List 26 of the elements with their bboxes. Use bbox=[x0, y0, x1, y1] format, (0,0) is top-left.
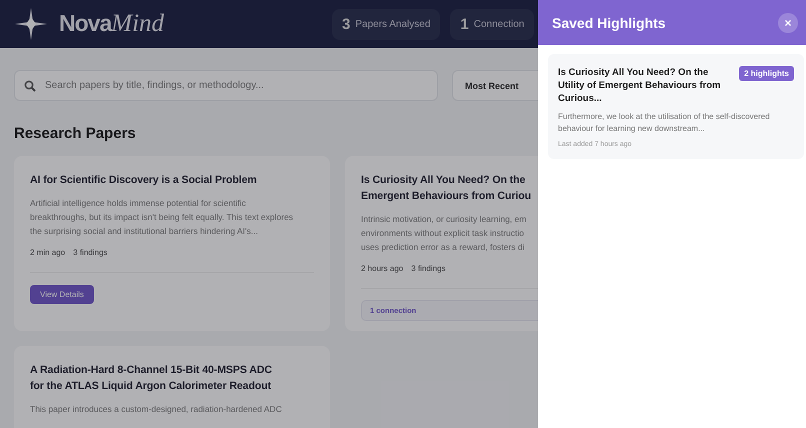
search-field[interactable]: Search papers by title, findings, or methodology... bbox=[14, 70, 438, 101]
paper-title: AI for Scientific Discovery is a Social Problem bbox=[30, 173, 258, 188]
stat-label: Papers Analysed bbox=[355, 18, 430, 30]
paper-title: Is Curiosity All You Need? On the Emergent Behaviours from Curiou bbox=[361, 173, 532, 204]
findings-count: 3 findings bbox=[411, 264, 446, 273]
findings-count: 3 findings bbox=[73, 248, 108, 257]
stat-value: 1 bbox=[460, 16, 469, 32]
paper-title: A Radiation-Hard 8-Channel 15-Bit 40-MSPS ADC for the ATLAS Liquid Argon Calorimeter Readout bbox=[30, 363, 273, 394]
paper-summary: Intrinsic motivation, or curiosity learning, em environments without explicit task instructio uses prediction error as a reward, fosters di bbox=[361, 213, 528, 254]
highlight-count: 2 highlights bbox=[739, 66, 794, 81]
paper-time: 2 min ago bbox=[30, 248, 66, 257]
view-details-button[interactable]: View Details bbox=[30, 285, 94, 304]
star-icon bbox=[15, 8, 47, 40]
stat-label: Connection bbox=[474, 18, 524, 30]
logo-text: NovaMind bbox=[59, 10, 164, 38]
sort-dropdown[interactable]: Most Recent bbox=[452, 70, 538, 101]
highlight-excerpt: Furthermore, we look at the utilisation of the self-discovered behaviour for learning new downstream... bbox=[558, 111, 771, 135]
highlight-card[interactable] bbox=[548, 54, 804, 159]
paper-summary: Artificial intelligence holds immense potential for scientific breakthroughs, but its impact isn't being felt equally. This text explores the surprising social and institutional barriers hindering AI's... bbox=[30, 197, 294, 238]
close-button[interactable]: × bbox=[778, 12, 798, 32]
section-title: Research Papers bbox=[14, 125, 137, 142]
paper-time: 2 hours ago bbox=[361, 264, 404, 273]
stat-value: 3 bbox=[342, 16, 350, 32]
highlight-title: Is Curiosity All You Need? On the Utility of Emergent Behaviours from Curious... bbox=[558, 66, 722, 105]
paper-summary: This paper introduces a custom-designed, radiation-hardened ADC bbox=[30, 403, 283, 416]
panel-title: Saved Highlights bbox=[552, 14, 666, 30]
